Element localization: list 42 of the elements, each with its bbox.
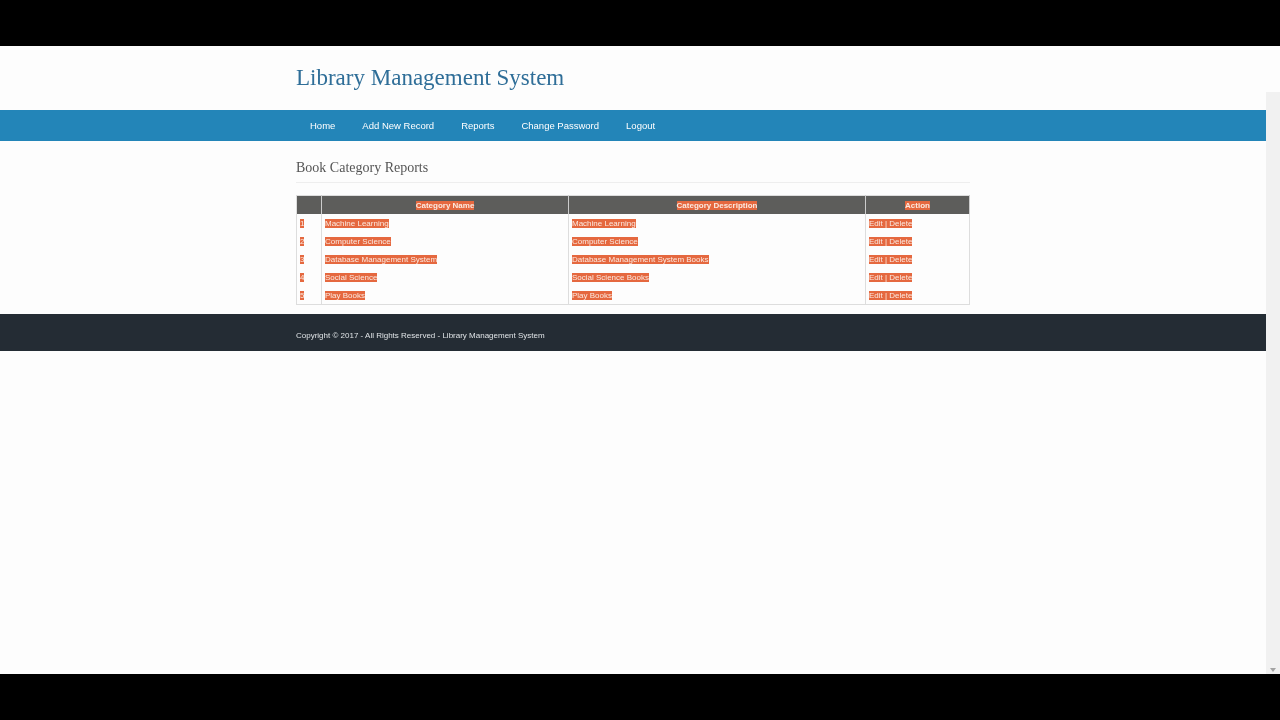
column-header: Action [905,200,930,210]
row-number: 5 [300,290,305,300]
table-cell: Machine Learning [572,218,636,228]
copyright-text: Copyright © 2017 - All Rights Reserved - Library Management System [296,330,545,340]
edit-link[interactable]: Edit [869,272,883,282]
delete-link[interactable]: Delete [889,236,913,246]
nav-link[interactable]: Reports [447,120,508,131]
separator: | [882,290,890,300]
delete-link[interactable]: Delete [889,290,913,300]
table-cell: Play Books [325,290,366,300]
page-heading: Book Category Reports [296,160,970,183]
table-cell: Computer Science [572,236,638,246]
edit-link[interactable]: Edit [869,236,883,246]
column-header: Category Name [415,200,475,210]
table-cell: Database Management System [325,254,438,264]
column-header: Category Description [676,200,758,210]
row-number: 3 [300,254,305,264]
nav-link[interactable]: Home [296,120,349,131]
delete-link[interactable]: Delete [889,218,913,228]
table-cell: Database Management System Books [572,254,709,264]
nav-link[interactable]: Change Password [507,120,613,131]
table-cell: Play Books [572,290,613,300]
row-number: 1 [300,218,305,228]
table-cell: Computer Science [325,236,391,246]
row-number: 2 [300,236,305,246]
separator: | [882,218,890,228]
nav-link[interactable]: Logout [612,120,669,131]
separator: | [882,272,890,282]
separator: | [882,254,890,264]
nav-link[interactable]: Add New Record [348,120,448,131]
edit-link[interactable]: Edit [869,218,883,228]
delete-link[interactable]: Delete [889,272,913,282]
row-number: 4 [300,272,305,282]
scrollbar[interactable] [1266,92,1280,674]
edit-link[interactable]: Edit [869,254,883,264]
table-cell: Machine Learning [325,218,389,228]
edit-link[interactable]: Edit [869,290,883,300]
separator: | [882,236,890,246]
table-cell: Social Science Books [572,272,649,282]
site-title: Library Management System [296,64,565,90]
table-cell: Social Science [325,272,378,282]
delete-link[interactable]: Delete [889,254,913,264]
